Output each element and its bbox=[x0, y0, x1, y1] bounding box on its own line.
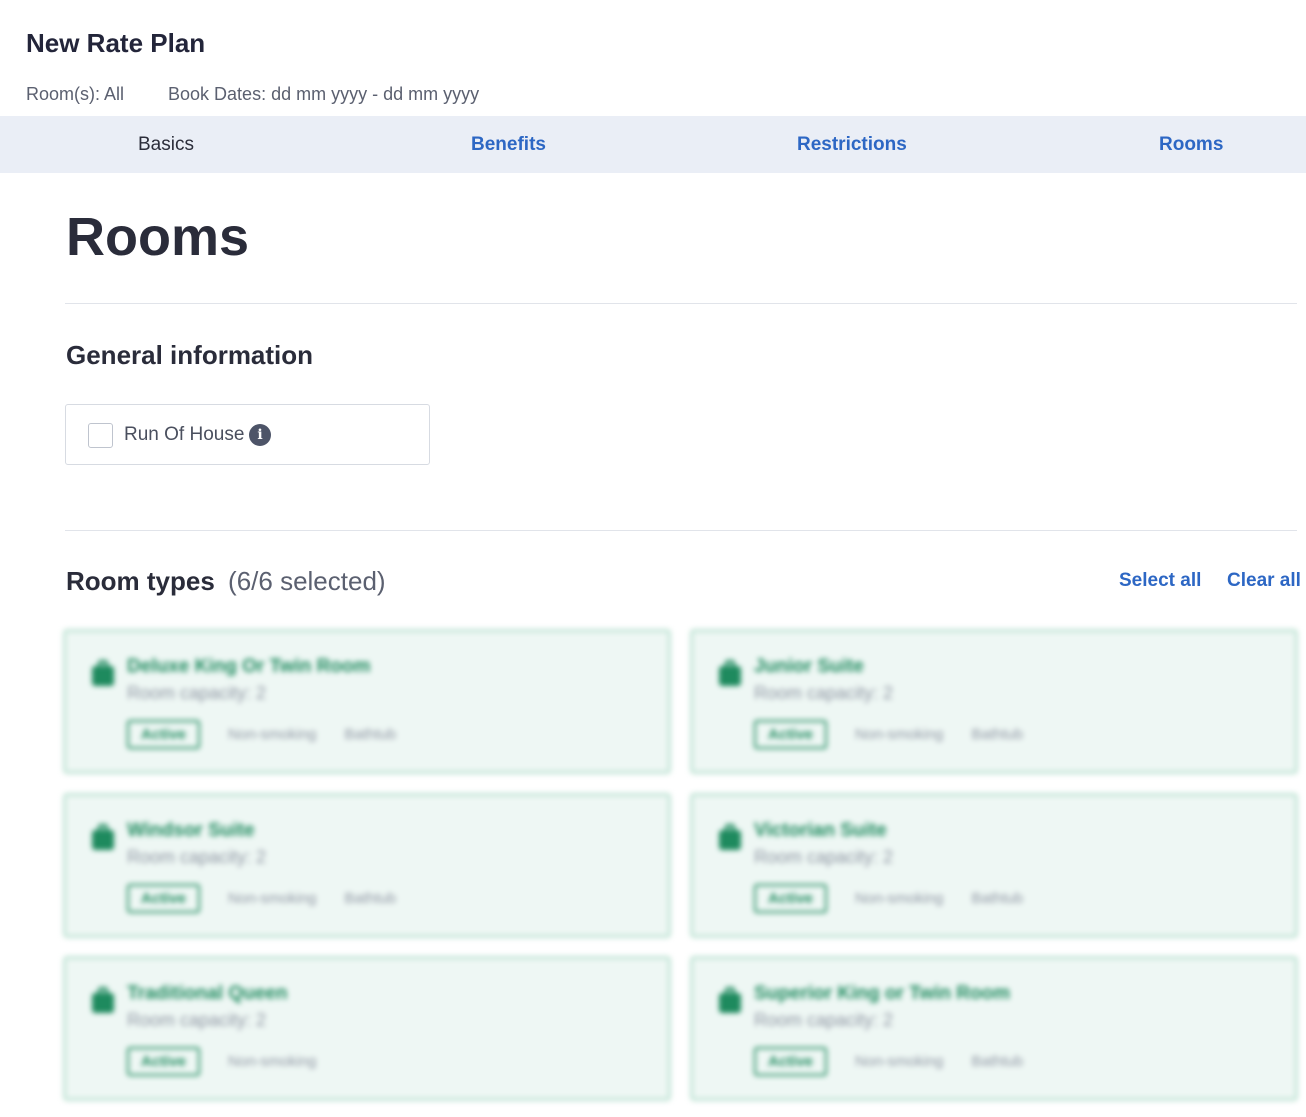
room-tag: Non-smoking bbox=[228, 890, 317, 907]
room-type-card[interactable]: Superior King or Twin Room Room capacity… bbox=[690, 956, 1298, 1101]
suitcase-icon bbox=[719, 987, 741, 1013]
suitcase-icon bbox=[92, 987, 114, 1013]
run-of-house-checkbox[interactable] bbox=[88, 423, 113, 448]
room-tags: Active Non-smoking Bathtub bbox=[127, 884, 396, 913]
room-tag: Bathtub bbox=[971, 726, 1024, 743]
run-of-house-label[interactable]: Run Of House bbox=[124, 424, 244, 446]
room-type-card[interactable]: Traditional Queen Room capacity: 2 Activ… bbox=[63, 956, 671, 1101]
rooms-meta: Room(s): All bbox=[26, 84, 125, 104]
room-tags: Active Non-smoking Bathtub bbox=[754, 1047, 1023, 1076]
clear-all-button[interactable]: Clear all bbox=[1227, 570, 1301, 592]
tab-rooms[interactable]: Rooms bbox=[1159, 116, 1223, 173]
suitcase-icon bbox=[719, 660, 741, 686]
room-type-name: Victorian Suite bbox=[754, 820, 887, 841]
select-all-button[interactable]: Select all bbox=[1119, 570, 1201, 592]
room-type-name: Junior Suite bbox=[754, 656, 864, 677]
room-tag: Non-smoking bbox=[855, 726, 944, 743]
room-type-card[interactable]: Deluxe King Or Twin Room Room capacity: … bbox=[63, 629, 671, 774]
status-badge: Active bbox=[127, 1047, 201, 1076]
rate-plan-title: New Rate Plan bbox=[26, 28, 206, 58]
room-type-name: Deluxe King Or Twin Room bbox=[127, 656, 371, 677]
room-types-header: Room types (6/6 selected) bbox=[66, 566, 386, 597]
room-tags: Active Non-smoking Bathtub bbox=[127, 720, 396, 749]
room-capacity: Room capacity: 2 bbox=[127, 683, 267, 703]
room-capacity: Room capacity: 2 bbox=[754, 847, 894, 867]
room-type-card[interactable]: Victorian Suite Room capacity: 2 Active … bbox=[690, 793, 1298, 938]
room-tag: Non-smoking bbox=[228, 726, 317, 743]
room-type-name: Superior King or Twin Room bbox=[754, 983, 1011, 1004]
tab-restrictions[interactable]: Restrictions bbox=[797, 116, 907, 173]
room-type-card[interactable]: Junior Suite Room capacity: 2 Active Non… bbox=[690, 629, 1298, 774]
room-tags: Active Non-smoking Bathtub bbox=[754, 884, 1023, 913]
room-type-name: Windsor Suite bbox=[127, 820, 255, 841]
tab-benefits[interactable]: Benefits bbox=[471, 116, 546, 173]
divider bbox=[65, 303, 1297, 304]
room-tag: Bathtub bbox=[344, 890, 397, 907]
room-tag: Bathtub bbox=[971, 890, 1024, 907]
room-tag: Bathtub bbox=[344, 726, 397, 743]
room-tag: Non-smoking bbox=[228, 1053, 317, 1070]
page-title: Rooms bbox=[66, 207, 250, 267]
status-badge: Active bbox=[754, 720, 828, 749]
room-tags: Active Non-smoking Bathtub bbox=[754, 720, 1023, 749]
status-badge: Active bbox=[127, 884, 201, 913]
book-dates-meta: Book Dates: dd mm yyyy - dd mm yyyy bbox=[168, 84, 480, 104]
general-information-title: General information bbox=[66, 340, 314, 370]
page-header: New Rate Plan Room(s): All Book Dates: d… bbox=[0, 0, 1306, 116]
room-capacity: Room capacity: 2 bbox=[754, 683, 894, 703]
room-type-name: Traditional Queen bbox=[127, 983, 288, 1004]
room-type-card[interactable]: Windsor Suite Room capacity: 2 Active No… bbox=[63, 793, 671, 938]
info-icon[interactable]: i bbox=[249, 424, 271, 446]
status-badge: Active bbox=[754, 1047, 828, 1076]
tab-bar: Basics Benefits Restrictions Rooms bbox=[0, 116, 1306, 173]
room-capacity: Room capacity: 2 bbox=[754, 1010, 894, 1030]
room-types-count: (6/6 selected) bbox=[228, 566, 386, 596]
suitcase-icon bbox=[719, 824, 741, 850]
room-capacity: Room capacity: 2 bbox=[127, 1010, 267, 1030]
room-tag: Non-smoking bbox=[855, 1053, 944, 1070]
room-capacity: Room capacity: 2 bbox=[127, 847, 267, 867]
suitcase-icon bbox=[92, 660, 114, 686]
room-tag: Bathtub bbox=[971, 1053, 1024, 1070]
status-badge: Active bbox=[754, 884, 828, 913]
tab-basics[interactable]: Basics bbox=[138, 116, 194, 173]
rate-plan-meta: Room(s): All Book Dates: dd mm yyyy - dd… bbox=[26, 84, 479, 105]
status-badge: Active bbox=[127, 720, 201, 749]
room-tag: Non-smoking bbox=[855, 890, 944, 907]
suitcase-icon bbox=[92, 824, 114, 850]
run-of-house-option: Run Of House i bbox=[65, 404, 430, 465]
room-types-title: Room types bbox=[66, 566, 215, 596]
divider bbox=[65, 530, 1297, 531]
room-tags: Active Non-smoking bbox=[127, 1047, 316, 1076]
